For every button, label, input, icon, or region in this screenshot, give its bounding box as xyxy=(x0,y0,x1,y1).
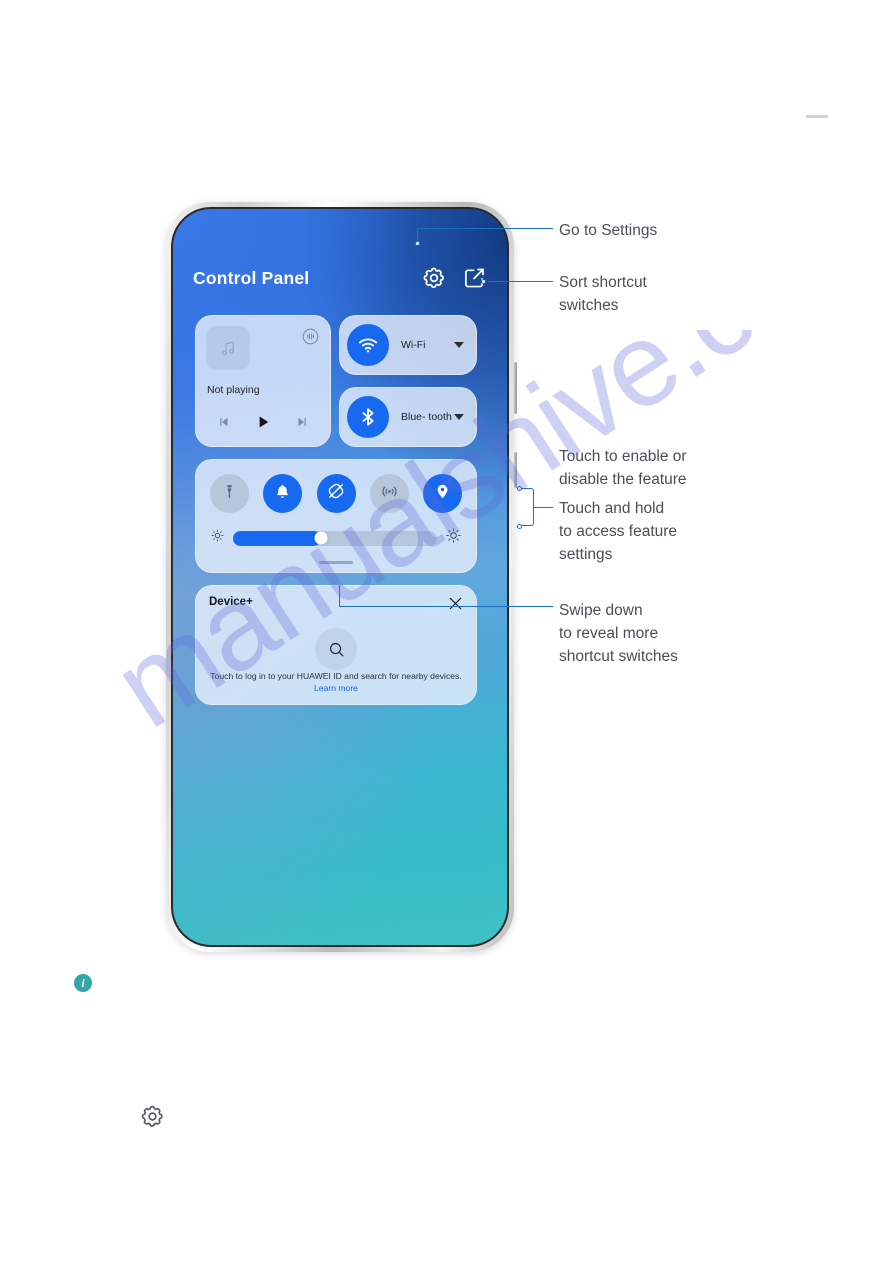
footer-gear-icon xyxy=(139,1103,166,1130)
brightness-slider[interactable] xyxy=(233,530,437,546)
play-button[interactable] xyxy=(254,413,272,436)
hotspot-toggle[interactable] xyxy=(369,474,409,513)
cast-audio-icon[interactable] xyxy=(301,327,320,346)
brightness-high-icon xyxy=(445,527,462,549)
annotation-sort-shortcut-switches: Sort shortcut switches xyxy=(559,274,647,314)
device-plus-description: Touch to log in to your HUAWEI ID and se… xyxy=(208,671,464,694)
close-icon[interactable] xyxy=(446,594,465,613)
bell-icon xyxy=(274,483,291,505)
bluetooth-label: Blue- tooth xyxy=(401,410,452,423)
brightness-knob[interactable] xyxy=(314,531,328,545)
leader-line-sort xyxy=(488,281,553,283)
phone-side-button xyxy=(514,362,517,414)
leader-dot-toggle-top xyxy=(517,486,522,491)
leader-dot-sort xyxy=(481,279,486,284)
control-panel-title: Control Panel xyxy=(193,267,310,288)
media-status-text: Not playing xyxy=(207,384,260,396)
phone-bezel: Control Panel Not playing Wi-Fi Blue- to… xyxy=(171,207,509,947)
wifi-chevron-down-icon[interactable] xyxy=(454,342,464,348)
learn-more-link[interactable]: Learn more xyxy=(314,683,358,693)
flashlight-icon xyxy=(221,483,238,505)
annotation-touch-and-hold: Touch and hold to access feature setting… xyxy=(559,500,678,563)
phone-side-button-secondary xyxy=(514,452,517,488)
bluetooth-icon xyxy=(347,396,389,438)
page-top-rule xyxy=(806,115,828,118)
swipe-down-handle[interactable] xyxy=(319,561,353,564)
wifi-tile[interactable]: Wi-Fi xyxy=(339,315,477,375)
device-plus-description-text: Touch to log in to your HUAWEI ID and se… xyxy=(210,671,462,681)
annotation-touch-to-enable: Touch to enable or disable the feature xyxy=(559,448,687,488)
leader-line-swipe-horizontal xyxy=(339,606,553,608)
leader-line-settings-horizontal xyxy=(417,228,553,230)
leader-dot-settings xyxy=(415,241,420,246)
auto-rotate-toggle[interactable] xyxy=(316,474,356,513)
search-icon[interactable] xyxy=(315,628,357,670)
annotation-go-to-settings: Go to Settings xyxy=(559,222,658,239)
shortcut-switches-card xyxy=(195,459,477,573)
wifi-icon xyxy=(347,324,389,366)
phone-mockup: Control Panel Not playing Wi-Fi Blue- to… xyxy=(166,202,517,952)
leader-line-toggles xyxy=(534,507,553,509)
ringer-toggle[interactable] xyxy=(263,474,303,513)
flashlight-toggle[interactable] xyxy=(210,474,249,513)
auto-rotate-icon xyxy=(326,481,346,506)
bluetooth-tile[interactable]: Blue- tooth xyxy=(339,387,477,447)
previous-track-button[interactable] xyxy=(217,415,231,434)
bluetooth-chevron-down-icon[interactable] xyxy=(454,414,464,420)
leader-line-swipe-vertical xyxy=(339,585,341,607)
edit-sort-icon[interactable] xyxy=(461,265,487,291)
location-toggle[interactable] xyxy=(423,474,462,513)
device-plus-title: Device+ xyxy=(209,596,253,608)
brightness-row xyxy=(196,513,476,549)
media-player-card[interactable]: Not playing xyxy=(195,315,331,447)
album-art-placeholder xyxy=(206,326,250,370)
next-track-button[interactable] xyxy=(295,415,309,434)
control-panel-header: Control Panel xyxy=(173,265,507,291)
info-icon: i xyxy=(74,974,92,992)
device-plus-card[interactable]: Device+ Touch to log in to your HUAWEI I… xyxy=(195,585,477,705)
manual-page: Control Panel Not playing Wi-Fi Blue- to… xyxy=(0,0,893,1263)
brightness-fill xyxy=(233,530,321,546)
location-pin-icon xyxy=(434,483,451,505)
phone-screen: Control Panel Not playing Wi-Fi Blue- to… xyxy=(173,209,507,945)
shortcut-switches-row xyxy=(196,460,476,513)
hotspot-icon xyxy=(380,482,399,506)
settings-gear-icon[interactable] xyxy=(421,265,447,291)
media-transport-controls xyxy=(196,413,330,436)
brightness-low-icon xyxy=(210,528,225,548)
leader-bracket-toggles xyxy=(520,488,534,526)
wifi-label: Wi-Fi xyxy=(401,338,426,351)
annotation-swipe-down: Swipe down to reveal more shortcut switc… xyxy=(559,602,678,665)
leader-dot-toggle-bottom xyxy=(517,524,522,529)
